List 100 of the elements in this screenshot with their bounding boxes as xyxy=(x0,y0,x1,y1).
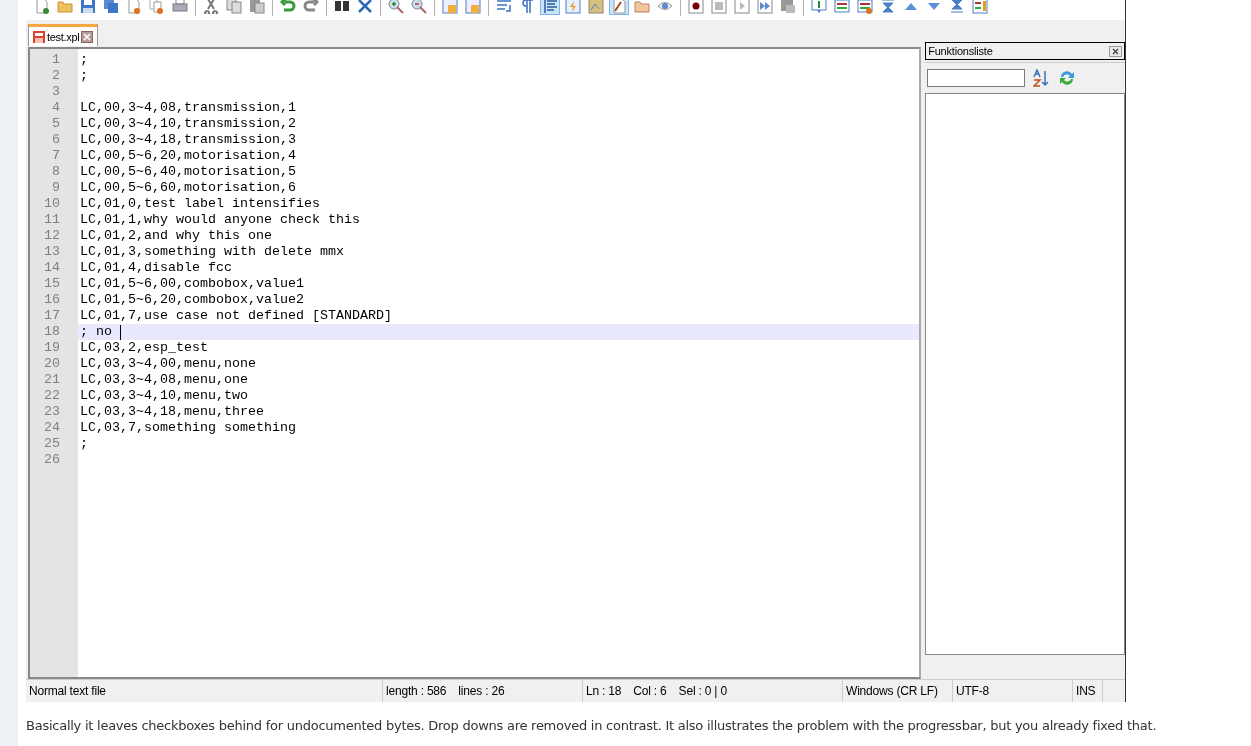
listdel-button[interactable] xyxy=(855,0,875,15)
panel-button[interactable] xyxy=(970,0,990,15)
playmulti-button[interactable] xyxy=(755,0,775,15)
folder-button[interactable] xyxy=(632,0,652,15)
play-button[interactable] xyxy=(732,0,752,15)
file-tab[interactable]: test.xpl xyxy=(28,24,99,46)
line-number: 22 xyxy=(43,388,61,404)
line-number: 8 xyxy=(51,164,61,180)
code-line: LC,01,3,something with delete mmx xyxy=(80,244,344,260)
line-number: 4 xyxy=(51,100,61,116)
close-icon[interactable] xyxy=(81,30,94,43)
line-number: 21 xyxy=(43,372,61,388)
status-text: Ln : 18 xyxy=(586,684,622,698)
indent-icon xyxy=(542,0,558,14)
lightning-icon xyxy=(565,0,581,14)
line-number: 12 xyxy=(43,228,61,244)
code-line: ; xyxy=(80,52,88,68)
wrap-icon xyxy=(496,0,512,14)
panel-title: Funktionsliste xyxy=(928,45,993,57)
code-line: LC,01,5~6,00,combobox,value1 xyxy=(80,276,304,292)
line-number: 15 xyxy=(43,276,61,292)
paste-icon xyxy=(249,0,265,14)
cut-icon xyxy=(203,0,219,14)
record-button[interactable] xyxy=(686,0,706,15)
code-line: LC,03,3~4,18,menu,three xyxy=(80,404,264,420)
code-line: LC,00,3~4,10,transmission,2 xyxy=(80,116,296,132)
line-number: 2 xyxy=(51,68,61,84)
line-number: 5 xyxy=(51,116,61,132)
lightning-button[interactable] xyxy=(563,0,583,15)
redo-button[interactable] xyxy=(301,0,321,15)
code-line: LC,01,1,why would anyone check this xyxy=(80,212,360,228)
code-line: LC,01,2,and why this one xyxy=(80,228,272,244)
line-number: 26 xyxy=(43,452,61,468)
saveall-button[interactable] xyxy=(101,0,121,15)
line-number: 10 xyxy=(43,196,61,212)
code-line: LC,03,2,esp_test xyxy=(80,340,208,356)
undo-icon xyxy=(280,0,296,14)
line-number: 20 xyxy=(43,356,61,372)
bookmark-button[interactable] xyxy=(809,0,829,15)
floppy-icon xyxy=(33,30,45,43)
open-button[interactable] xyxy=(55,0,75,15)
copy-button[interactable] xyxy=(224,0,244,15)
zoomout-button[interactable] xyxy=(409,0,429,15)
paste-button[interactable] xyxy=(247,0,267,15)
status-text: Normal text file xyxy=(29,684,106,698)
undo-button[interactable] xyxy=(278,0,298,15)
line-number: 24 xyxy=(43,420,61,436)
zoomin-button[interactable] xyxy=(386,0,406,15)
line-number: 13 xyxy=(43,244,61,260)
saveall-icon xyxy=(103,0,119,14)
status-text: Col : 6 xyxy=(633,684,667,698)
pilcrow-icon xyxy=(519,0,535,14)
code-line: LC,01,5~6,20,combobox,value2 xyxy=(80,292,304,308)
code-line: ; no xyxy=(80,324,112,340)
code-line: LC,01,7,use case not defined [STANDARD] xyxy=(80,308,392,324)
status-text: Sel : 0 | 0 xyxy=(678,684,727,698)
copy-icon xyxy=(226,0,242,14)
code-line: LC,01,4,disable fcc xyxy=(80,260,232,276)
line-number: 6 xyxy=(51,132,61,148)
zoomin-icon xyxy=(388,0,404,14)
line-number: 1 xyxy=(51,52,61,68)
status-text: Windows (CR LF) xyxy=(846,684,938,698)
code-line: LC,01,0,test label intensifies xyxy=(80,196,320,212)
line-number: 3 xyxy=(51,84,61,100)
line-number: 14 xyxy=(43,260,61,276)
text-caret xyxy=(120,324,121,340)
code-line: ; xyxy=(80,68,88,84)
list-button[interactable] xyxy=(832,0,852,15)
line-number: 19 xyxy=(43,340,61,356)
status-text: length : 586 xyxy=(386,684,447,698)
line-number: 23 xyxy=(43,404,61,420)
line-number: 9 xyxy=(51,180,61,196)
code-line: LC,03,3~4,00,menu,none xyxy=(80,356,256,372)
line-number: 11 xyxy=(43,212,61,228)
search-field[interactable] xyxy=(927,69,1026,87)
folder-icon xyxy=(634,0,650,14)
code-line: LC,00,5~6,40,motorisation,5 xyxy=(80,164,296,180)
line-number: 25 xyxy=(43,436,61,452)
code-line: LC,03,3~4,08,menu,one xyxy=(80,372,248,388)
zoomout-icon xyxy=(411,0,427,14)
code-line: LC,00,3~4,18,transmission,3 xyxy=(80,132,296,148)
bottom-icon xyxy=(949,0,965,14)
wrap-button[interactable] xyxy=(494,0,514,15)
code-line: LC,00,3~4,08,transmission,1 xyxy=(80,100,296,116)
comment-text: Basically it leaves checkboxes behind for undocumented bytes. Drop downs are removed in contrast. It also illustrates the problem with the progressbar, but you already fixed that. xyxy=(26,718,1158,733)
line-number: 17 xyxy=(43,308,61,324)
line-number: 16 xyxy=(43,292,61,308)
redo-icon xyxy=(303,0,319,14)
code-line: LC,03,7,something something xyxy=(80,420,296,436)
save-button[interactable] xyxy=(78,0,98,15)
status-text: INS xyxy=(1076,684,1096,698)
status-text: UTF-8 xyxy=(956,684,989,698)
cut-button[interactable] xyxy=(201,0,221,15)
code-line: ; xyxy=(80,436,88,452)
sort-button[interactable] xyxy=(1031,68,1052,88)
indent-button[interactable] xyxy=(540,0,560,15)
code-line: LC,03,3~4,10,menu,two xyxy=(80,388,248,404)
code-line: LC,00,5~6,20,motorisation,4 xyxy=(80,148,296,164)
status-text: lines : 26 xyxy=(458,684,505,698)
close-button[interactable] xyxy=(1109,45,1122,57)
